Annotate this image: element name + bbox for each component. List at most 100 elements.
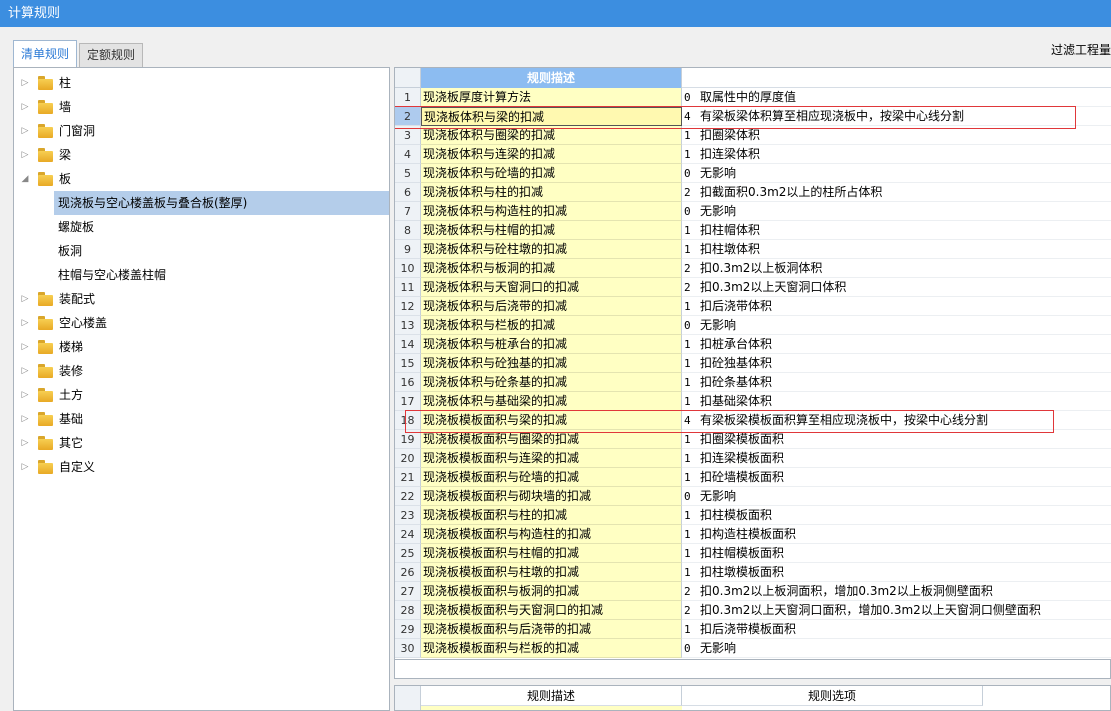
rule-option-cell[interactable]: 1 扣柱模板面积: [682, 506, 1111, 525]
rule-option-cell[interactable]: 1 扣砼条基体积: [682, 373, 1111, 392]
row-number[interactable]: 23: [395, 506, 421, 525]
rule-option-cell[interactable]: 0 无影响: [682, 639, 1111, 658]
rule-option-cell[interactable]: 1 扣基础梁体积: [682, 392, 1111, 411]
table-row[interactable]: 22 现浇板模板面积与砌块墙的扣减 0 无影响: [395, 487, 1111, 506]
collapsed-arrow-icon[interactable]: ▷: [20, 287, 30, 311]
row-number[interactable]: 20: [395, 449, 421, 468]
rule-description-cell[interactable]: 现浇板模板面积与砼墙的扣减: [421, 468, 682, 487]
row-number[interactable]: 22: [395, 487, 421, 506]
rule-option-cell[interactable]: 1 扣连梁模板面积: [682, 449, 1111, 468]
table-row[interactable]: 14 现浇板体积与桩承台的扣减 1 扣桩承台体积: [395, 335, 1111, 354]
table-row[interactable]: 12 现浇板体积与后浇带的扣减 1 扣后浇带体积: [395, 297, 1111, 316]
filter-quantities-label[interactable]: 过滤工程量: [1051, 41, 1111, 58]
tree-node[interactable]: ◢ 板: [14, 167, 389, 191]
rule-option-cell[interactable]: 2 扣0.3m2以上天窗洞口体积: [682, 278, 1111, 297]
rule-description-cell[interactable]: 现浇板体积与砼柱墩的扣减: [421, 240, 682, 259]
collapsed-arrow-icon[interactable]: ▷: [20, 455, 30, 479]
tree-node[interactable]: ▷ 基础: [14, 407, 389, 431]
rule-option-cell[interactable]: 0 无影响: [682, 164, 1111, 183]
rule-option-cell[interactable]: 1 扣构造柱模板面积: [682, 525, 1111, 544]
row-number[interactable]: 15: [395, 354, 421, 373]
rule-description-cell[interactable]: 现浇板模板面积与柱的扣减: [421, 506, 682, 525]
row-number[interactable]: 8: [395, 221, 421, 240]
rule-option-cell[interactable]: 0 无影响: [682, 202, 1111, 221]
tree-node[interactable]: ▷ 柱: [14, 71, 389, 95]
rule-option-cell[interactable]: 1 扣柱墩体积: [682, 240, 1111, 259]
collapsed-arrow-icon[interactable]: ▷: [20, 95, 30, 119]
row-number[interactable]: 5: [395, 164, 421, 183]
rule-description-cell[interactable]: 现浇板体积与构造柱的扣减: [421, 202, 682, 221]
rule-description-cell[interactable]: 现浇板模板面积与天窗洞口的扣减: [421, 601, 682, 620]
rule-description-cell[interactable]: 现浇板体积与板洞的扣减: [421, 259, 682, 278]
table-row[interactable]: 15 现浇板体积与砼独基的扣减 1 扣砼独基体积: [395, 354, 1111, 373]
tree-node[interactable]: ▷ 其它: [14, 431, 389, 455]
rule-option-cell[interactable]: 1 扣后浇带体积: [682, 297, 1111, 316]
rule-description-cell[interactable]: 现浇板模板面积与柱帽的扣减: [421, 544, 682, 563]
tree-child-item[interactable]: 柱帽与空心楼盖柱帽: [54, 263, 389, 287]
tree-node[interactable]: ▷ 门窗洞: [14, 119, 389, 143]
rule-description-cell[interactable]: 现浇板体积与天窗洞口的扣减: [421, 278, 682, 297]
row-number[interactable]: 25: [395, 544, 421, 563]
rule-description-cell[interactable]: 现浇板体积与连梁的扣减: [421, 145, 682, 164]
rule-option-cell[interactable]: 0 无影响: [682, 316, 1111, 335]
collapsed-arrow-icon[interactable]: ▷: [20, 359, 30, 383]
table-row[interactable]: 24 现浇板模板面积与构造柱的扣减 1 扣构造柱模板面积: [395, 525, 1111, 544]
collapsed-arrow-icon[interactable]: ▷: [20, 311, 30, 335]
rule-description-cell[interactable]: 现浇板体积与基础梁的扣减: [421, 392, 682, 411]
tree-child-item[interactable]: 螺旋板: [54, 215, 389, 239]
table-row[interactable]: 11 现浇板体积与天窗洞口的扣减 2 扣0.3m2以上天窗洞口体积: [395, 278, 1111, 297]
row-number[interactable]: 7: [395, 202, 421, 221]
tree-node[interactable]: ▷ 楼梯: [14, 335, 389, 359]
tree-child-item[interactable]: 板洞: [54, 239, 389, 263]
rule-description-cell[interactable]: 现浇板体积与砼条基的扣减: [421, 373, 682, 392]
table-row[interactable]: 27 现浇板模板面积与板洞的扣减 2 扣0.3m2以上板洞面积，增加0.3m2以上板洞…: [395, 582, 1111, 601]
table-row[interactable]: 13 现浇板体积与栏板的扣减 0 无影响: [395, 316, 1111, 335]
rule-description-cell[interactable]: 现浇板厚度计算方法: [421, 88, 682, 107]
bottom-header-option[interactable]: 规则选项: [682, 686, 983, 706]
row-number[interactable]: 29: [395, 620, 421, 639]
rule-description-cell[interactable]: 现浇板体积与栏板的扣减: [421, 316, 682, 335]
rule-description-cell[interactable]: 现浇板体积与柱的扣减: [421, 183, 682, 202]
rule-description-cell[interactable]: 现浇板模板面积与连梁的扣减: [421, 449, 682, 468]
rule-description-cell[interactable]: 现浇板体积与柱帽的扣减: [421, 221, 682, 240]
row-number[interactable]: 10: [395, 259, 421, 278]
table-row[interactable]: 28 现浇板模板面积与天窗洞口的扣减 2 扣0.3m2以上天窗洞口面积，增加0.3m2…: [395, 601, 1111, 620]
row-number[interactable]: 4: [395, 145, 421, 164]
table-row[interactable]: 23 现浇板模板面积与柱的扣减 1 扣柱模板面积: [395, 506, 1111, 525]
table-row[interactable]: 29 现浇板模板面积与后浇带的扣减 1 扣后浇带模板面积: [395, 620, 1111, 639]
collapsed-arrow-icon[interactable]: ▷: [20, 71, 30, 95]
collapsed-arrow-icon[interactable]: ▷: [20, 143, 30, 167]
rule-description-cell[interactable]: 现浇板模板面积与构造柱的扣减: [421, 525, 682, 544]
rule-description-cell[interactable]: 现浇板模板面积与柱墩的扣减: [421, 563, 682, 582]
row-number[interactable]: 11: [395, 278, 421, 297]
row-number[interactable]: 24: [395, 525, 421, 544]
rule-option-cell[interactable]: 1 扣柱墩模板面积: [682, 563, 1111, 582]
row-number[interactable]: 14: [395, 335, 421, 354]
bottom-header-description[interactable]: 规则描述: [421, 686, 682, 706]
row-number[interactable]: 12: [395, 297, 421, 316]
table-row[interactable]: 1 现浇板厚度计算方法 0 取属性中的厚度值: [395, 88, 1111, 107]
rule-option-cell[interactable]: 1 扣砼墙模板面积: [682, 468, 1111, 487]
tree-node[interactable]: ▷ 装修: [14, 359, 389, 383]
collapsed-arrow-icon[interactable]: ▷: [20, 407, 30, 431]
tree-node[interactable]: ▷ 装配式: [14, 287, 389, 311]
rule-description-cell[interactable]: 现浇板模板面积与砌块墙的扣减: [421, 487, 682, 506]
collapsed-arrow-icon[interactable]: ▷: [20, 119, 30, 143]
table-row[interactable]: 26 现浇板模板面积与柱墩的扣减 1 扣柱墩模板面积: [395, 563, 1111, 582]
tree-node[interactable]: ▷ 梁: [14, 143, 389, 167]
table-row[interactable]: 4 现浇板体积与连梁的扣减 1 扣连梁体积: [395, 145, 1111, 164]
rule-option-cell[interactable]: 0 无影响: [682, 487, 1111, 506]
bottom-grid-row[interactable]: [421, 706, 682, 710]
table-row[interactable]: 21 现浇板模板面积与砼墙的扣减 1 扣砼墙模板面积: [395, 468, 1111, 487]
tree-node[interactable]: ▷ 墙: [14, 95, 389, 119]
rule-option-cell[interactable]: 2 扣0.3m2以上天窗洞口面积，增加0.3m2以上天窗洞口侧壁面积: [682, 601, 1111, 620]
tab-quota-rules[interactable]: 定额规则: [79, 43, 144, 67]
table-row[interactable]: 6 现浇板体积与柱的扣减 2 扣截面积0.3m2以上的柱所占体积: [395, 183, 1111, 202]
table-row[interactable]: 30 现浇板模板面积与栏板的扣减 0 无影响: [395, 639, 1111, 658]
table-row[interactable]: 10 现浇板体积与板洞的扣减 2 扣0.3m2以上板洞体积: [395, 259, 1111, 278]
row-number[interactable]: 16: [395, 373, 421, 392]
row-number[interactable]: 30: [395, 639, 421, 658]
expanded-arrow-icon[interactable]: ◢: [20, 167, 30, 191]
rule-option-cell[interactable]: 1 扣柱帽模板面积: [682, 544, 1111, 563]
rule-description-cell[interactable]: 现浇板模板面积与板洞的扣减: [421, 582, 682, 601]
